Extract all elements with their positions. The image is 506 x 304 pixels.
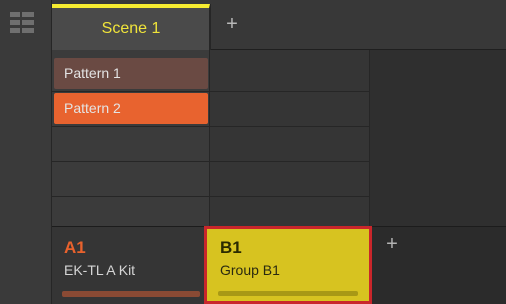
add-group-button[interactable]: + <box>382 234 402 254</box>
row-divider <box>52 126 370 127</box>
pattern-column-empty <box>370 50 506 226</box>
pattern-label: Pattern 2 <box>64 100 121 116</box>
group-name: EK-TL A Kit <box>64 262 136 278</box>
left-gutter <box>0 0 52 304</box>
pattern-label: Pattern 1 <box>64 65 121 81</box>
row-divider <box>52 196 370 197</box>
highlight-frame <box>204 226 372 304</box>
pattern-slot-1[interactable]: Pattern 1 <box>54 58 208 89</box>
grid-view-icon[interactable] <box>10 12 34 34</box>
row-divider <box>52 91 370 92</box>
scene-tab-label: Scene 1 <box>101 20 161 37</box>
divider <box>209 50 210 226</box>
pattern-column-group-b1 <box>210 50 370 226</box>
row-divider <box>52 161 370 162</box>
add-scene-button[interactable]: + <box>222 14 242 34</box>
group-code: A1 <box>64 238 86 257</box>
group-color-bar <box>62 291 200 297</box>
divider <box>210 4 211 50</box>
divider <box>369 50 370 226</box>
pattern-slot-2[interactable]: Pattern 2 <box>54 93 208 124</box>
